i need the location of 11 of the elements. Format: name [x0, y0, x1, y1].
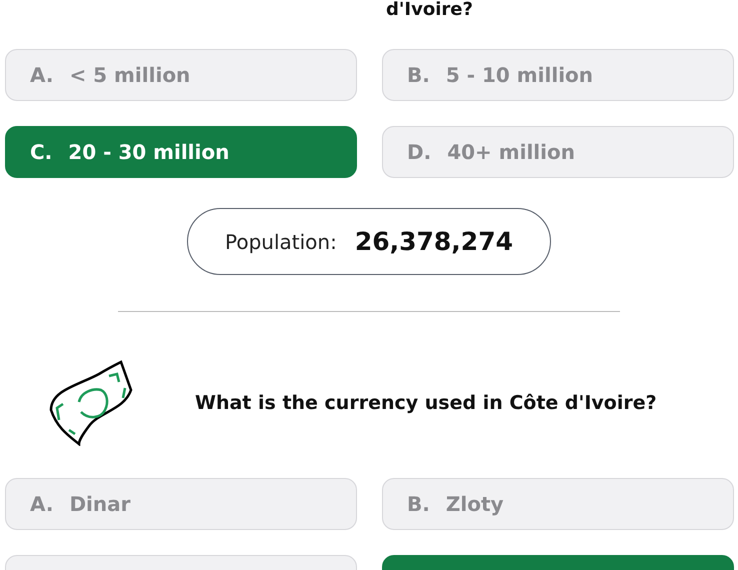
answer-option[interactable]: A. Dinar: [5, 478, 357, 530]
answer-option[interactable]: B. 5 - 10 million: [382, 49, 734, 101]
answer-option[interactable]: A. < 5 million: [5, 49, 357, 101]
answer-option[interactable]: D. 40+ million: [382, 126, 734, 178]
population-label: Population:: [225, 230, 337, 254]
answer-option[interactable]: C. 20 - 30 million: [5, 126, 357, 178]
banknote-icon: [49, 360, 133, 446]
question-text: d'Ivoire?: [386, 0, 473, 20]
answer-option[interactable]: B. Zloty: [382, 478, 734, 530]
question-text: What is the currency used in Côte d'Ivoire?: [195, 392, 657, 414]
population-value: 26,378,274: [354, 227, 513, 256]
